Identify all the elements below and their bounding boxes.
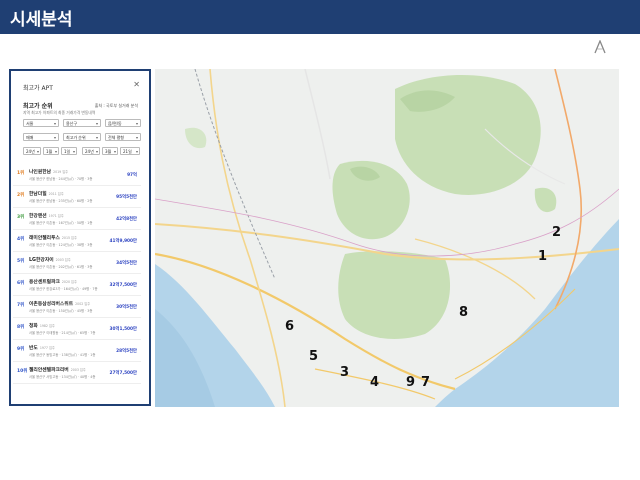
map-marker[interactable]: 5 xyxy=(309,349,318,364)
map-marker[interactable]: 4 xyxy=(370,375,379,390)
page-title: 시세분석 xyxy=(10,10,73,30)
chevron-down-icon: ▾ xyxy=(135,135,138,140)
map-marker[interactable]: 6 xyxy=(285,319,294,334)
list-item[interactable]: 5위 LG한강자이 2003 입주 서울 용산구 이촌동 · 202건(㎡) · … xyxy=(13,252,141,274)
map-marker[interactable]: 8 xyxy=(459,305,468,320)
map-marker[interactable]: 1 xyxy=(538,249,547,264)
chevron-down-icon: ▾ xyxy=(54,149,57,154)
map-marker[interactable]: 7 xyxy=(421,375,430,390)
list-item[interactable]: 3위 한강맨션 1971 입주 서울 용산구 이촌동 · 167건(㎡) · 50… xyxy=(13,208,141,230)
map-canvas xyxy=(155,69,619,407)
list-item[interactable]: 4위 래미안첼리투스 2015 입주 서울 용산구 이촌동 · 124건(㎡) ·… xyxy=(13,230,141,252)
map-marker[interactable]: 9 xyxy=(406,375,415,390)
chevron-down-icon: ▾ xyxy=(135,149,138,154)
chevron-down-icon: ▾ xyxy=(53,135,56,140)
chevron-down-icon: ▾ xyxy=(95,121,98,126)
dong-select[interactable]: 읍/면/동 ▾ xyxy=(105,119,141,127)
app-header: 시세분석 xyxy=(0,0,640,34)
city-select[interactable]: 서울 ▾ xyxy=(23,119,59,127)
end-day-select[interactable]: 21일 ▾ xyxy=(120,147,140,155)
chevron-down-icon: ▾ xyxy=(72,149,75,154)
logo-icon xyxy=(594,40,606,54)
list-item[interactable]: 10위 첼리안센텔파크리버 2003 입주 서울 용산구 서빙고동 · 134건(… xyxy=(13,362,141,384)
panel-title: 최고가 APT xyxy=(23,85,53,92)
rank-title: 최고가 순위 xyxy=(23,103,53,110)
list-item[interactable]: 2위 한남더힐 2011 입주 서울 용산구 한남동 · 235건(㎡) · 60… xyxy=(13,186,141,208)
start-day-select[interactable]: 1일 ▾ xyxy=(61,147,77,155)
end-month-select[interactable]: 3월 ▾ xyxy=(102,147,118,155)
sort-select[interactable]: 최고가 순위 ▾ xyxy=(63,133,101,141)
close-icon[interactable]: ✕ xyxy=(133,80,140,89)
chevron-down-icon: ▾ xyxy=(135,121,138,126)
chevron-down-icon: ▾ xyxy=(36,149,39,154)
list-item[interactable]: 6위 용산센트럴파크 2020 입주 서울 용산구 한강로3가 · 164건(㎡)… xyxy=(13,274,141,296)
end-year-select[interactable]: 24년 ▾ xyxy=(82,147,100,155)
map-view[interactable]: 2 1 8 6 5 3 4 9 7 xyxy=(155,69,619,407)
chevron-down-icon: ▾ xyxy=(53,121,56,126)
trade-type-select[interactable]: 매매 ▾ xyxy=(23,133,59,141)
ranking-panel: 최고가 APT ✕ 최고가 순위 출처 : 국토부 실거래 분석 지역 최고가 … xyxy=(9,69,151,406)
size-select[interactable]: 전체 평형 ▾ xyxy=(105,133,141,141)
list-item[interactable]: 1위 나인원한남 2019 입주 서울 용산구 한남동 · 244건(㎡) · 7… xyxy=(13,164,141,186)
map-marker[interactable]: 2 xyxy=(552,225,561,240)
chevron-down-icon: ▾ xyxy=(95,135,98,140)
chevron-down-icon: ▾ xyxy=(95,149,98,154)
start-year-select[interactable]: 24년 ▾ xyxy=(23,147,41,155)
chevron-down-icon: ▾ xyxy=(113,149,116,154)
list-item[interactable]: 9위 반도 1977 입주 서울 용산구 동빙고동 · 138건(㎡) · 41평… xyxy=(13,340,141,362)
list-item[interactable]: 7위 이촌동삼성리버스위트 2002 입주 서울 용산구 이촌동 · 150건(㎡… xyxy=(13,296,141,318)
panel-description: 지역 최고가 아파트의 최종 거래가격 변동내역 xyxy=(23,110,96,115)
list-item[interactable]: 8위 청화 1982 입주 서울 용산구 이태원동 · 214건(㎡) · 65평… xyxy=(13,318,141,340)
district-select[interactable]: 용산구 ▾ xyxy=(63,119,101,127)
map-marker[interactable]: 3 xyxy=(340,365,349,380)
source-text: 출처 : 국토부 실거래 분석 xyxy=(94,103,138,108)
start-month-select[interactable]: 1월 ▾ xyxy=(43,147,59,155)
